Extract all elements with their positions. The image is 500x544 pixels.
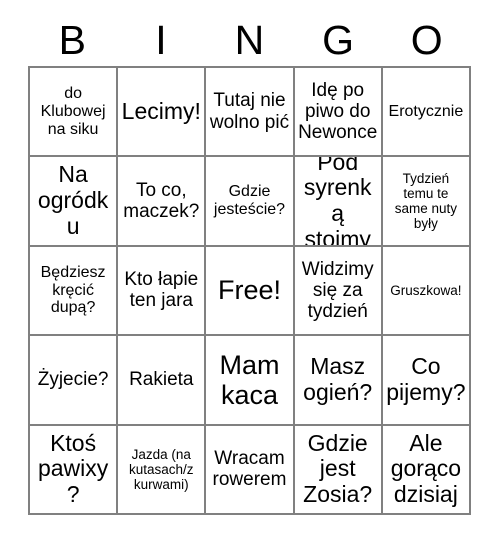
bingo-header: B I N G O [28,14,471,66]
bingo-cell-free[interactable]: Free! [206,246,295,337]
bingo-cell[interactable]: Ale gorąco dzisiaj [382,425,471,515]
bingo-cell[interactable]: To co, maczek? [118,157,207,247]
bingo-grid: do Klubowej na siku Lecimy! Tutaj nie wo… [28,66,471,515]
bingo-cell-text: Jazda (na kutasach/z kurwami) [129,446,194,492]
bingo-cell[interactable]: Erotycznie [382,68,471,158]
bingo-cell-text: Gruszkowa! [390,282,462,298]
bingo-cell-text: Masz ogień? [303,353,373,405]
bingo-cell[interactable]: Żyjecie? [30,336,119,426]
header-letter-i: I [155,16,167,63]
bingo-cell-text: Ktoś pawixy? [37,429,109,508]
header-letter-g: G [322,16,355,63]
bingo-cell[interactable]: Ktoś pawixy? [30,425,119,515]
bingo-cell[interactable]: Gdzie jest Zosia? [294,425,383,515]
bingo-cell[interactable]: Widzimy się za tydzień [294,246,383,337]
bingo-cell-text: Kto łapie ten jara [124,269,199,312]
bingo-cell-text: Ale gorąco dzisiaj [390,429,462,508]
header-letter-o: O [410,16,443,63]
bingo-cell-text: Pod syrenką stoimy [303,157,372,247]
bingo-cell[interactable]: Lecimy! [118,68,207,158]
bingo-card: B I N G O do Klubowej na siku Lecimy! Tu… [0,0,500,544]
bingo-cell[interactable]: Tydzień temu te same nuty były [382,157,471,247]
bingo-cell-text: Free! [217,275,281,306]
bingo-cell-text: Erotycznie [388,102,464,120]
bingo-cell-text: Na ogródku [37,161,109,239]
bingo-cell-text: Mam kaca [219,349,280,410]
bingo-cell[interactable]: Gdzie jesteście? [206,157,295,247]
bingo-cell[interactable]: Co pijemy? [382,336,471,426]
bingo-cell-text: Tydzień temu te same nuty były [394,170,458,232]
bingo-cell[interactable]: Na ogródku [30,157,119,247]
bingo-cell-text: Gdzie jesteście? [213,183,286,219]
bingo-cell-text: do Klubowej na siku [40,84,106,138]
bingo-cell[interactable]: Wracam rowerem [206,425,295,515]
bingo-cell[interactable]: do Klubowej na siku [30,68,119,158]
bingo-cell-text: Co pijemy? [386,353,466,405]
bingo-cell[interactable]: Kto łapie ten jara [118,246,207,337]
header-letter-n: N [234,16,265,63]
bingo-cell[interactable]: Idę po piwo do Newonce [294,68,383,158]
bingo-cell[interactable]: Masz ogień? [294,336,383,426]
bingo-cell-text: Gdzie jest Zosia? [303,429,373,508]
bingo-cell-text: Rakieta [129,369,194,391]
bingo-cell-text: Idę po piwo do Newonce [298,79,378,144]
bingo-cell[interactable]: Tutaj nie wolno pić [206,68,295,158]
bingo-cell-text: To co, maczek? [123,179,200,223]
bingo-cell[interactable]: Jazda (na kutasach/z kurwami) [118,425,207,515]
bingo-cell-text: Żyjecie? [37,369,109,391]
bingo-cell-text: Tutaj nie wolno pić [209,90,290,133]
bingo-cell-text: Lecimy! [121,97,201,124]
bingo-cell-text: Widzimy się za tydzień [301,258,374,323]
bingo-cell[interactable]: Rakieta [118,336,207,426]
bingo-cell[interactable]: Mam kaca [206,336,295,426]
bingo-cell-text: Wracam rowerem [212,448,287,491]
header-letter-b: B [58,16,86,63]
bingo-cell[interactable]: Gruszkowa! [382,246,471,337]
bingo-cell-text: Będziesz kręcić dupą? [40,263,106,317]
bingo-cell[interactable]: Pod syrenką stoimy [294,157,383,247]
bingo-cell[interactable]: Będziesz kręcić dupą? [30,246,119,337]
